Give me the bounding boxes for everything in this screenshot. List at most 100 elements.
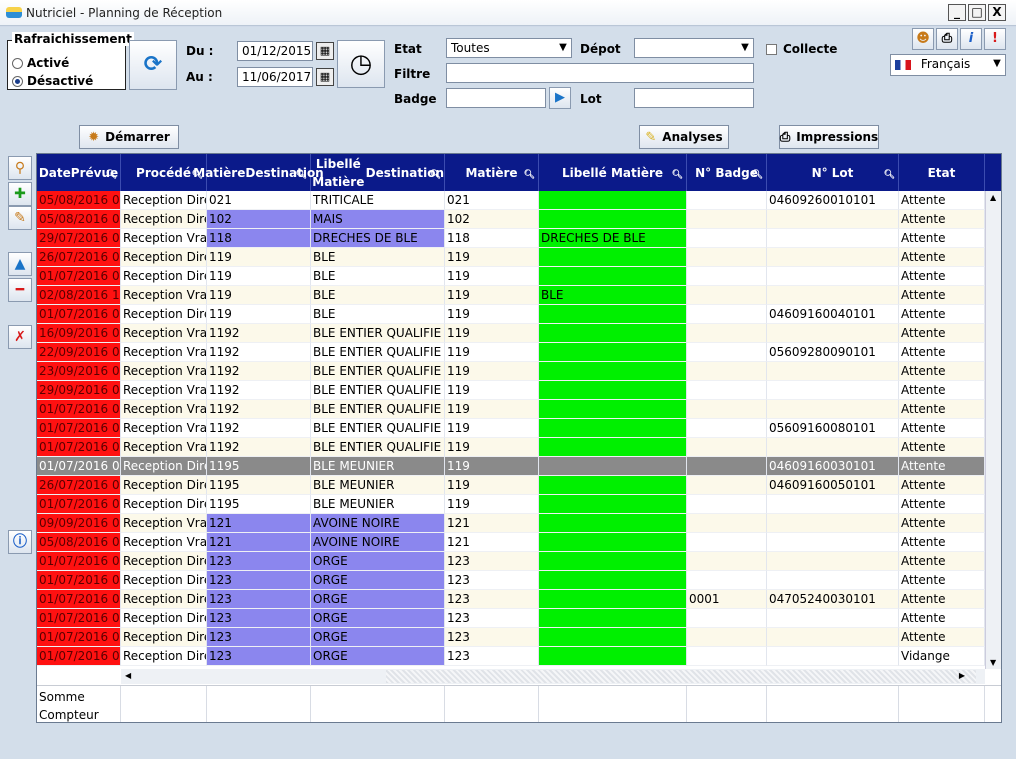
column-header[interactable]: N° Lot 🔍︎ xyxy=(767,154,899,191)
column-header[interactable]: Date Prévue 🔍︎ xyxy=(37,154,121,191)
vertical-scrollbar[interactable]: ▲ ▼ xyxy=(985,191,1001,669)
print-icon-button[interactable]: ⎙ xyxy=(936,28,958,50)
chevron-down-icon[interactable]: ▼ xyxy=(555,39,571,57)
table-row[interactable]: 02/08/2016 1 Reception Vrac 119 BLE 119 BLE At… xyxy=(37,286,985,305)
edit-button[interactable]: ✎ xyxy=(8,206,32,230)
scroll-up-icon[interactable]: ▲ xyxy=(990,193,996,202)
info-button[interactable]: i xyxy=(960,28,982,50)
column-header[interactable]: N° Badge 🔍︎ xyxy=(687,154,767,191)
table-row[interactable]: 26/07/2016 0 Reception Dire 119 BLE 119 Atten… xyxy=(37,248,985,267)
filter-search-icon[interactable]: 🔍︎ xyxy=(752,166,763,184)
remove-button[interactable]: ━ xyxy=(8,278,32,302)
table-row[interactable]: 01/07/2016 0 Reception Dire 123 ORGE 123 Vida… xyxy=(37,647,985,666)
table-row[interactable]: 05/08/2016 0 Reception Vrac 121 AVOINE NOIR… xyxy=(37,533,985,552)
clock-button[interactable]: ◷ xyxy=(337,40,385,88)
print-button[interactable]: ⎙ Impressions xyxy=(779,125,879,149)
calendar-icon[interactable]: ▦ xyxy=(316,42,334,60)
table-cell: 119 xyxy=(207,286,311,305)
delete-button[interactable]: ✗ xyxy=(8,325,32,349)
add-button[interactable]: ✚ xyxy=(8,182,32,206)
info-side-button[interactable]: ⓘ xyxy=(8,530,32,554)
table-cell: Reception Dire xyxy=(121,191,207,210)
table-cell: 021 xyxy=(207,191,311,210)
radio-circle[interactable] xyxy=(12,57,23,69)
chevron-down-icon[interactable]: ▼ xyxy=(737,39,753,57)
radio-circle-selected[interactable] xyxy=(12,75,23,87)
table-row[interactable]: 01/07/2016 0 Reception Dire 123 ORGE 123 Atte… xyxy=(37,552,985,571)
column-header[interactable]: Matière Destination 🔍︎ xyxy=(193,154,324,191)
column-header[interactable]: Libellé Matière 🔍︎ xyxy=(539,154,687,191)
scroll-right-icon[interactable]: ▶ xyxy=(959,671,965,680)
filtre-input[interactable] xyxy=(446,63,754,83)
etat-select[interactable]: Toutes ▼ xyxy=(446,38,572,58)
table-cell: 123 xyxy=(445,590,539,609)
table-row[interactable]: 01/07/2016 0 Reception Dire 1195 BLE MEUNIE… xyxy=(37,457,985,476)
table-row[interactable]: 01/07/2016 0 Reception Dire 123 ORGE 123 Atte… xyxy=(37,609,985,628)
filter-search-icon[interactable]: 🔍︎ xyxy=(106,166,117,184)
scroll-down-icon[interactable]: ▼ xyxy=(990,658,996,667)
refresh-off-radio[interactable]: Désactivé xyxy=(12,74,93,88)
to-date-field[interactable]: 11/06/2017 xyxy=(237,67,313,87)
column-header[interactable]: Matière 🔍︎ xyxy=(445,154,539,191)
filter-search-icon[interactable]: 🔍︎ xyxy=(296,166,307,184)
table-cell: 123 xyxy=(445,571,539,590)
table-cell: Attente xyxy=(899,419,985,438)
table-row[interactable]: 29/07/2016 0 Reception Vrac 118 DRECHES DE … xyxy=(37,229,985,248)
chevron-down-icon[interactable]: ▼ xyxy=(989,55,1005,73)
table-cell: BLE xyxy=(311,267,445,286)
print-label: Impressions xyxy=(796,130,879,144)
table-row[interactable]: 01/07/2016 0 Reception Dire 123 ORGE 123 Atte… xyxy=(37,571,985,590)
table-cell: 01/07/2016 0 xyxy=(37,628,121,647)
table-row[interactable]: 22/09/2016 0 Reception Vrac 1192 BLE ENTIER… xyxy=(37,343,985,362)
table-row[interactable]: 01/07/2016 0 Reception Vrac 1192 BLE ENTIER… xyxy=(37,400,985,419)
column-header[interactable]: Libellé Matière Destination 🔍︎ xyxy=(311,154,445,191)
filter-search-icon[interactable]: 🔍︎ xyxy=(430,166,441,184)
table-cell: BLE ENTIER QUALIFIE xyxy=(311,362,445,381)
table-row[interactable]: 01/07/2016 0 Reception Vrac 1192 BLE ENTIER… xyxy=(37,419,985,438)
table-row[interactable]: 01/07/2016 0 Reception Vrac 1192 BLE ENTIER… xyxy=(37,438,985,457)
refresh-on-radio[interactable]: Activé xyxy=(12,56,69,70)
table-row[interactable]: 01/07/2016 0 Reception Dire 1195 BLE MEUNIE… xyxy=(37,495,985,514)
play-button[interactable]: ▶ xyxy=(549,87,571,109)
table-row[interactable]: 01/07/2016 0 Reception Dire 123 ORGE 123 0001… xyxy=(37,590,985,609)
start-label: Démarrer xyxy=(105,130,170,144)
table-row[interactable]: 16/09/2016 0 Reception Vrac 1192 BLE ENTIER… xyxy=(37,324,985,343)
table-cell xyxy=(767,438,899,457)
table-row[interactable]: 05/08/2016 0 Reception Dire 021 TRITICALE 02… xyxy=(37,191,985,210)
collecte-checkbox[interactable] xyxy=(766,44,777,55)
table-row[interactable]: 26/07/2016 0 Reception Dire 1195 BLE MEUNIE… xyxy=(37,476,985,495)
depot-select[interactable]: ▼ xyxy=(634,38,754,58)
from-date-field[interactable]: 01/12/2015 xyxy=(237,41,313,61)
table-row[interactable]: 01/07/2016 0 Reception Dire 119 BLE 119 Atten… xyxy=(37,267,985,286)
table-row[interactable]: 01/07/2016 0 Reception Dire 119 BLE 119 04609… xyxy=(37,305,985,324)
filter-search-icon[interactable]: 🔍︎ xyxy=(672,166,683,184)
analyses-button[interactable]: ✎ Analyses xyxy=(639,125,729,149)
move-up-button[interactable]: ▲ xyxy=(8,252,32,276)
column-header[interactable]: Etat xyxy=(899,154,985,191)
table-row[interactable]: 05/08/2016 0 Reception Dire 102 MAIS 102 Atte… xyxy=(37,210,985,229)
table-cell: Reception Vrac xyxy=(121,343,207,362)
filter-search-icon[interactable]: 🔍︎ xyxy=(884,166,895,184)
minimize-button[interactable]: _ xyxy=(948,4,966,21)
table-cell: Reception Dire xyxy=(121,590,207,609)
filter-search-icon[interactable]: 🔍︎ xyxy=(524,166,535,184)
table-row[interactable]: 29/09/2016 0 Reception Vrac 1192 BLE ENTIER… xyxy=(37,381,985,400)
table-row[interactable]: 09/09/2016 0 Reception Vrac 121 AVOINE NOIR… xyxy=(37,514,985,533)
badge-input[interactable] xyxy=(446,88,546,108)
table-row[interactable]: 23/09/2016 0 Reception Vrac 1192 BLE ENTIER… xyxy=(37,362,985,381)
close-button[interactable]: X xyxy=(988,4,1006,21)
users-button[interactable]: ☻ xyxy=(912,28,934,50)
scroll-thumb[interactable] xyxy=(386,670,976,683)
table-cell: Reception Dire xyxy=(121,552,207,571)
maximize-button[interactable]: □ xyxy=(968,4,986,21)
refresh-button[interactable]: ⟳ xyxy=(129,40,177,90)
search-button[interactable]: ⚲ xyxy=(8,156,32,180)
scroll-left-icon[interactable]: ◀ xyxy=(125,671,131,680)
horizontal-scrollbar[interactable]: ◀ ▶ xyxy=(121,669,985,684)
alert-button[interactable]: ! xyxy=(984,28,1006,50)
start-button[interactable]: ✹ Démarrer xyxy=(79,125,179,149)
table-row[interactable]: 01/07/2016 0 Reception Dire 123 ORGE 123 Atte… xyxy=(37,628,985,647)
lot-input[interactable] xyxy=(634,88,754,108)
calendar-icon[interactable]: ▦ xyxy=(316,68,334,86)
language-select[interactable]: Français ▼ xyxy=(890,54,1006,76)
